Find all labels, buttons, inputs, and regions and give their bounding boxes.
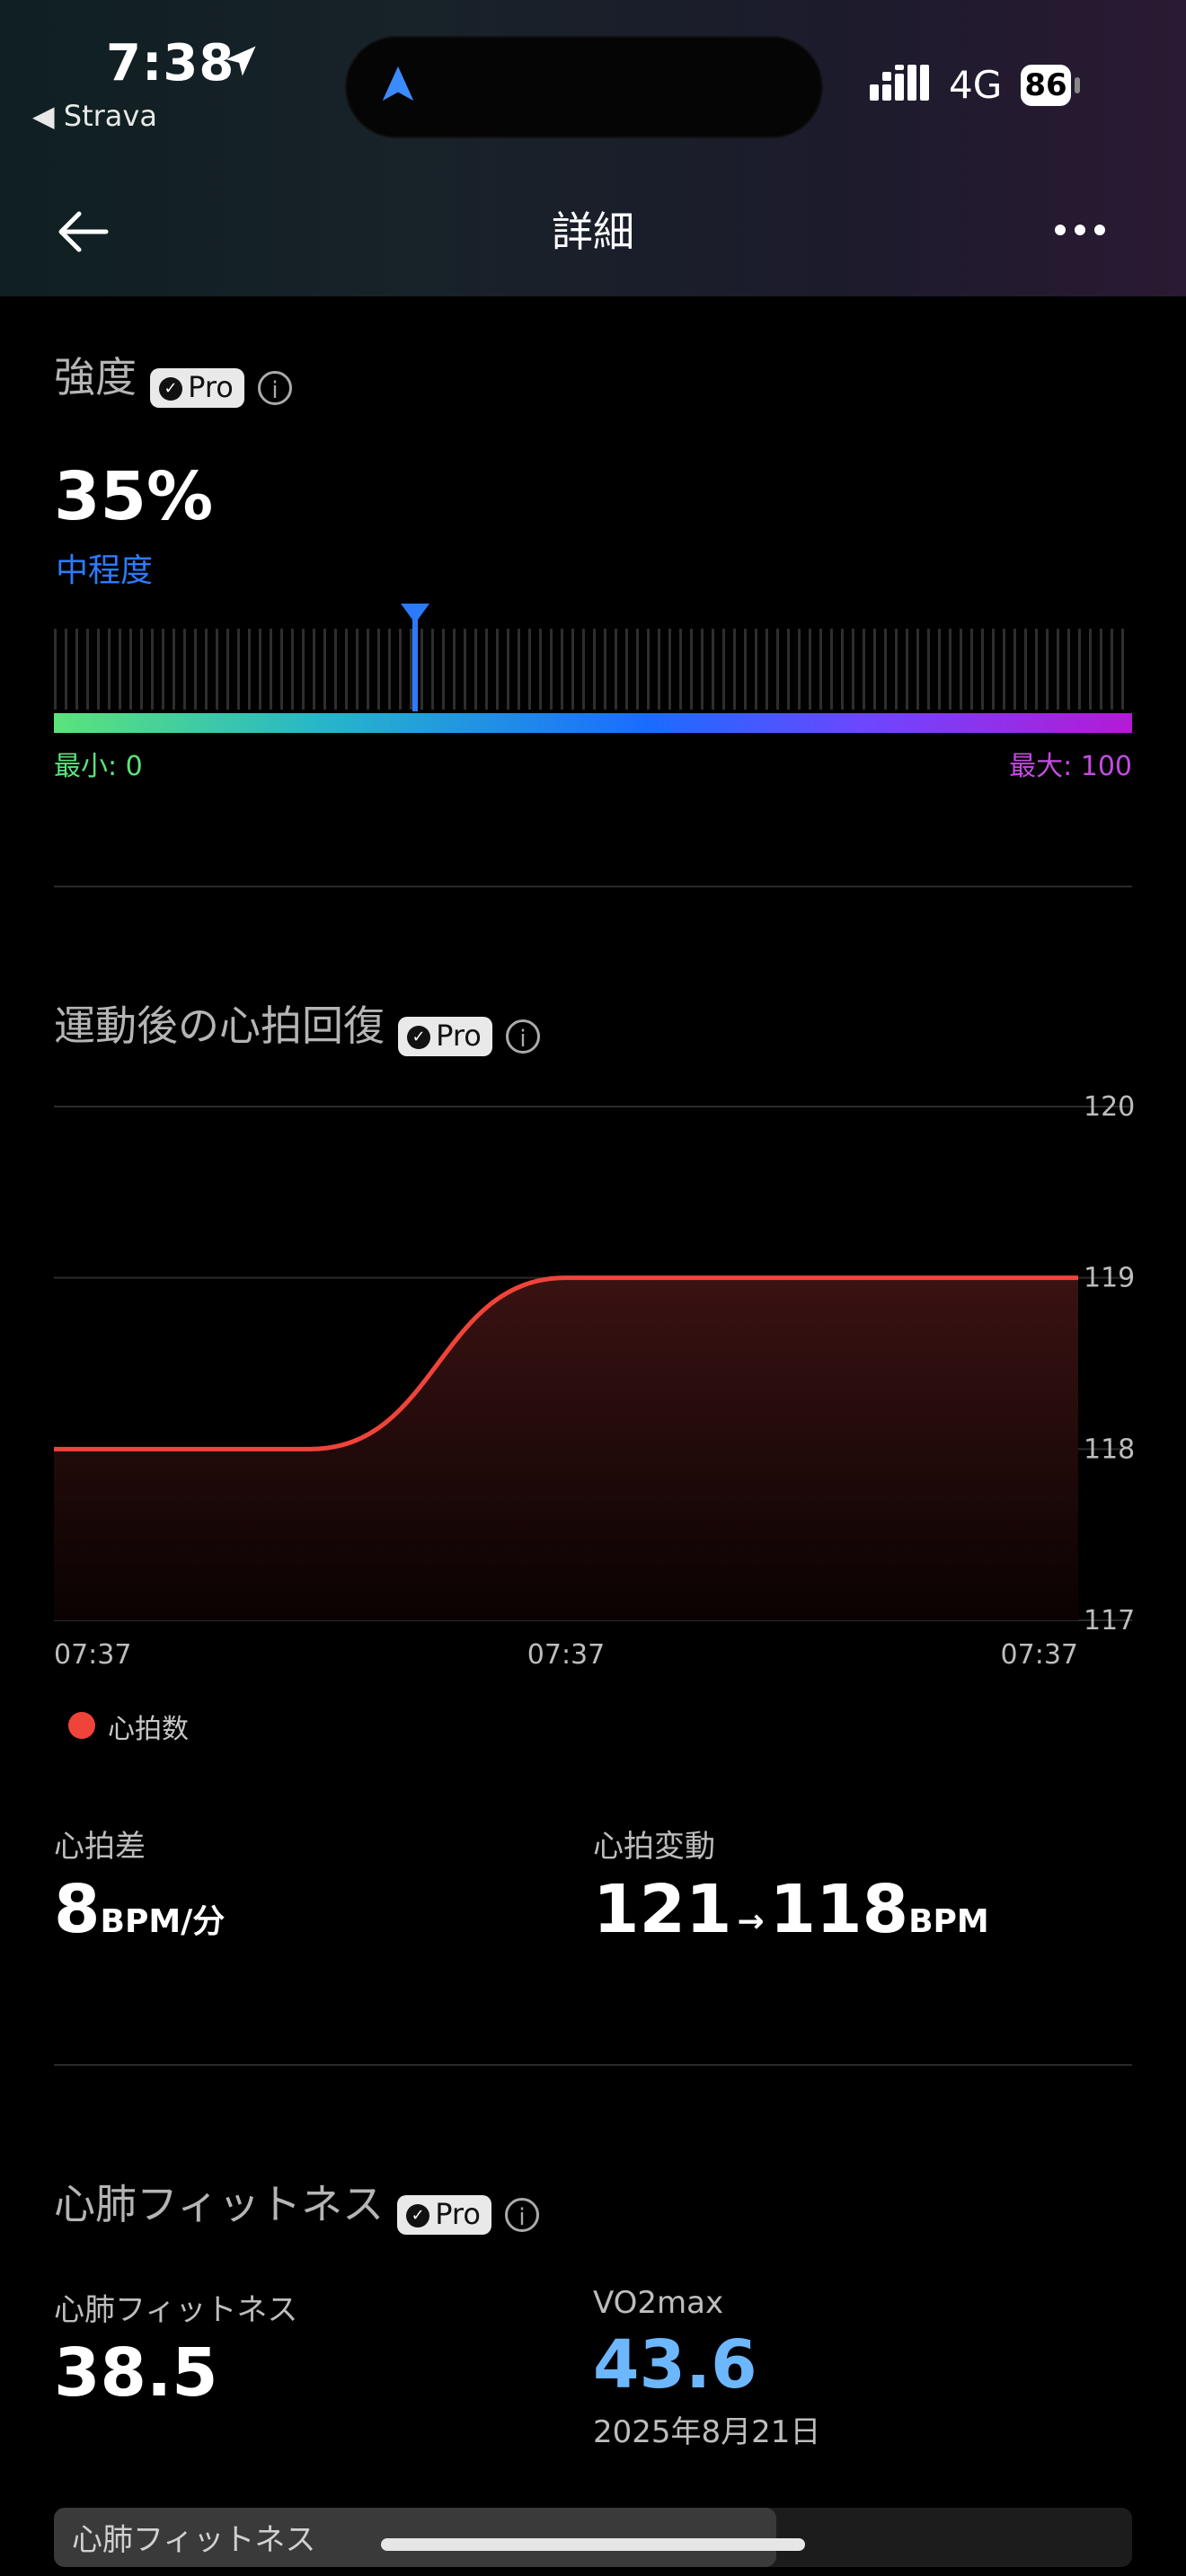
intensity-gradient-bar — [54, 713, 1132, 733]
fitness-bar-label: 心肺フィットネス — [72, 2522, 316, 2558]
intensity-title: 強度 — [54, 353, 137, 401]
location-arrow-icon — [226, 46, 256, 76]
more-options-icon[interactable] — [1051, 212, 1109, 248]
verified-icon: ✓ — [159, 376, 183, 401]
pro-label: Pro — [436, 1018, 482, 1053]
info-icon[interactable]: i — [505, 2197, 540, 2232]
section-divider — [54, 886, 1132, 887]
intensity-scale-ticks — [54, 629, 1132, 710]
pro-label: Pro — [435, 2196, 481, 2231]
x-tick-label: 07:37 — [527, 1639, 605, 1671]
y-tick-label: 118 — [1084, 1434, 1135, 1465]
hr-change-stat: 心拍変動 121 →118BPM — [593, 1822, 989, 1948]
cardio-fitness-value: 38.5 — [54, 2334, 218, 2412]
intensity-max-label: 最大: 100 — [1009, 751, 1132, 782]
intensity-header: 強度 ✓ Pro i — [54, 345, 292, 408]
pro-label: Pro — [188, 369, 234, 404]
pro-badge: ✓ Pro — [398, 1016, 492, 1056]
home-indicator[interactable] — [381, 2538, 805, 2551]
intensity-level: 中程度 — [56, 552, 154, 589]
recovery-title: 運動後の心拍回復 — [54, 1001, 385, 1050]
vo2max-stat: VO2max 43.6 2025年8月21日 — [593, 2285, 820, 2451]
signal-icon — [870, 65, 929, 101]
x-tick-label: 07:37 — [54, 1639, 131, 1671]
y-tick-label: 117 — [1084, 1605, 1135, 1636]
hr-change-from: 121 — [593, 1871, 732, 1948]
navigation-arrow-icon — [382, 66, 414, 101]
intensity-value: 35% — [54, 458, 214, 535]
info-icon[interactable]: i — [257, 370, 292, 405]
hr-change-unit: BPM — [908, 1903, 989, 1940]
recovery-header: 運動後の心拍回復 ✓ Pro i — [54, 993, 540, 1056]
battery-cap — [1075, 77, 1080, 93]
info-icon[interactable]: i — [505, 1019, 540, 1054]
fitness-title: 心肺フィットネス — [54, 2180, 385, 2228]
y-tick-label: 120 — [1084, 1091, 1135, 1123]
hr-diff-stat: 心拍差 8BPM/分 — [54, 1822, 225, 1948]
hr-change-to: 118 — [769, 1871, 909, 1948]
fitness-header: 心肺フィットネス ✓ Pro i — [54, 2172, 540, 2235]
network-type: 4G — [949, 63, 1003, 107]
intensity-marker-icon — [401, 604, 429, 711]
legend-label: 心拍数 — [108, 1714, 189, 1745]
legend-dot — [68, 1712, 95, 1739]
y-tick-label: 119 — [1084, 1263, 1135, 1294]
arrow-right-icon: → — [737, 1903, 765, 1940]
verified-icon: ✓ — [406, 2203, 430, 2228]
hr-change-label: 心拍変動 — [593, 1829, 715, 1865]
verified-icon: ✓ — [407, 1025, 431, 1049]
hr-diff-value: 8 — [54, 1871, 101, 1948]
cardio-fitness-label: 心肺フィットネス — [54, 2292, 298, 2328]
back-to-app-link[interactable]: ◀ Strava — [32, 99, 157, 133]
pro-badge: ✓ Pro — [397, 2194, 491, 2235]
cardio-fitness-stat: 心肺フィットネス 38.5 — [54, 2285, 297, 2412]
pro-badge: ✓ Pro — [150, 367, 244, 408]
battery-indicator: 86 — [1021, 65, 1071, 106]
status-time: 7:38 — [106, 34, 235, 93]
vo2max-date: 2025年8月21日 — [593, 2414, 821, 2450]
hr-diff-unit: BPM/分 — [100, 1903, 226, 1940]
heart-rate-recovery-chart: 120 119 118 117 07:37 07:37 07:37 — [54, 1091, 1135, 1671]
hr-diff-label: 心拍差 — [54, 1829, 146, 1865]
vo2max-label: VO2max — [593, 2285, 724, 2321]
vo2max-value: 43.6 — [593, 2326, 757, 2404]
page-title: 詳細 — [552, 207, 634, 256]
x-tick-label: 07:37 — [1001, 1639, 1078, 1671]
intensity-min-label: 最小: 0 — [54, 751, 143, 782]
section-divider — [54, 2064, 1132, 2066]
